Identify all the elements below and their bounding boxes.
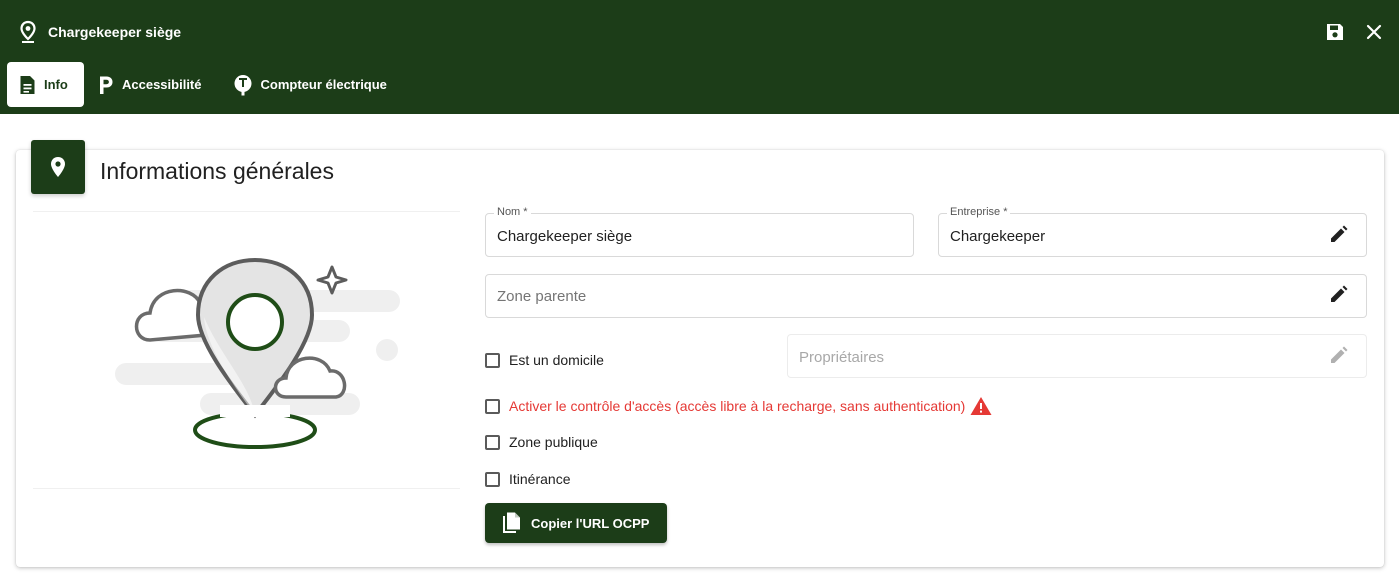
checkbox-box[interactable]	[485, 398, 500, 414]
tab-label: Info	[44, 77, 68, 92]
nom-field[interactable]: Nom * Chargekeeper siège	[485, 206, 914, 257]
save-button[interactable]	[1324, 21, 1346, 43]
checkbox-box[interactable]	[485, 434, 500, 450]
pencil-icon[interactable]	[1328, 225, 1348, 245]
controle-acces-checkbox[interactable]: Activer le contrôle d'accès (accès libre…	[485, 396, 992, 416]
location-pin-icon	[20, 20, 36, 43]
pencil-icon[interactable]	[1328, 285, 1348, 305]
copy-button-label: Copier l'URL OCPP	[531, 515, 650, 531]
entreprise-field[interactable]: Entreprise * Chargekeeper	[938, 206, 1367, 257]
tab-label: Compteur électrique	[260, 77, 387, 92]
tab-accessibilite[interactable]: Accessibilité	[84, 62, 217, 107]
nom-label: Nom *	[494, 206, 531, 218]
divider	[33, 211, 460, 212]
location-pin-icon	[51, 157, 65, 177]
proprietaires-field[interactable]: Propriétaires	[787, 334, 1367, 378]
divider	[33, 488, 460, 489]
close-button[interactable]	[1363, 21, 1385, 43]
checkbox-box[interactable]	[485, 471, 500, 487]
window-title: Chargekeeper siège	[48, 24, 182, 40]
document-icon	[20, 75, 35, 94]
warning-icon	[970, 397, 992, 415]
parking-icon	[100, 76, 113, 94]
app-header: Chargekeeper siège Info Accessibilité Co…	[0, 0, 1399, 114]
zone-publique-checkbox[interactable]: Zone publique	[485, 434, 598, 450]
proprietaires-placeholder: Propriétaires	[799, 349, 885, 366]
checkbox-label: Itinérance	[509, 471, 571, 487]
section-icon-badge	[31, 140, 85, 194]
close-icon	[1366, 24, 1382, 40]
tab-compteur-electrique[interactable]: Compteur électrique	[217, 62, 402, 107]
entreprise-label: Entreprise *	[947, 206, 1011, 218]
window-title-row: Chargekeeper siège	[18, 20, 181, 44]
checkbox-label: Zone publique	[509, 434, 598, 450]
copy-ocpp-url-button[interactable]: Copier l'URL OCPP	[485, 503, 667, 543]
checkbox-label: Est un domicile	[509, 352, 604, 368]
location-illustration	[115, 257, 400, 449]
tab-bar: Info Accessibilité Compteur électrique	[7, 62, 402, 107]
entreprise-value: Chargekeeper	[950, 228, 1046, 245]
tab-info[interactable]: Info	[7, 62, 84, 107]
checkbox-box[interactable]	[485, 352, 500, 368]
section-title: Informations générales	[100, 158, 334, 184]
nom-value: Chargekeeper siège	[497, 228, 633, 245]
zone-parente-placeholder: Zone parente	[497, 288, 587, 305]
save-icon	[1327, 24, 1343, 40]
electric-meter-icon	[234, 74, 251, 95]
tab-label: Accessibilité	[122, 77, 202, 92]
pencil-icon	[1331, 346, 1348, 363]
copy-icon	[503, 512, 520, 533]
checkbox-label: Activer le contrôle d'accès (accès libre…	[509, 398, 966, 414]
itinerance-checkbox[interactable]: Itinérance	[485, 471, 570, 487]
est-un-domicile-checkbox[interactable]: Est un domicile	[485, 352, 604, 368]
zone-parente-field[interactable]: Zone parente	[485, 274, 1367, 318]
